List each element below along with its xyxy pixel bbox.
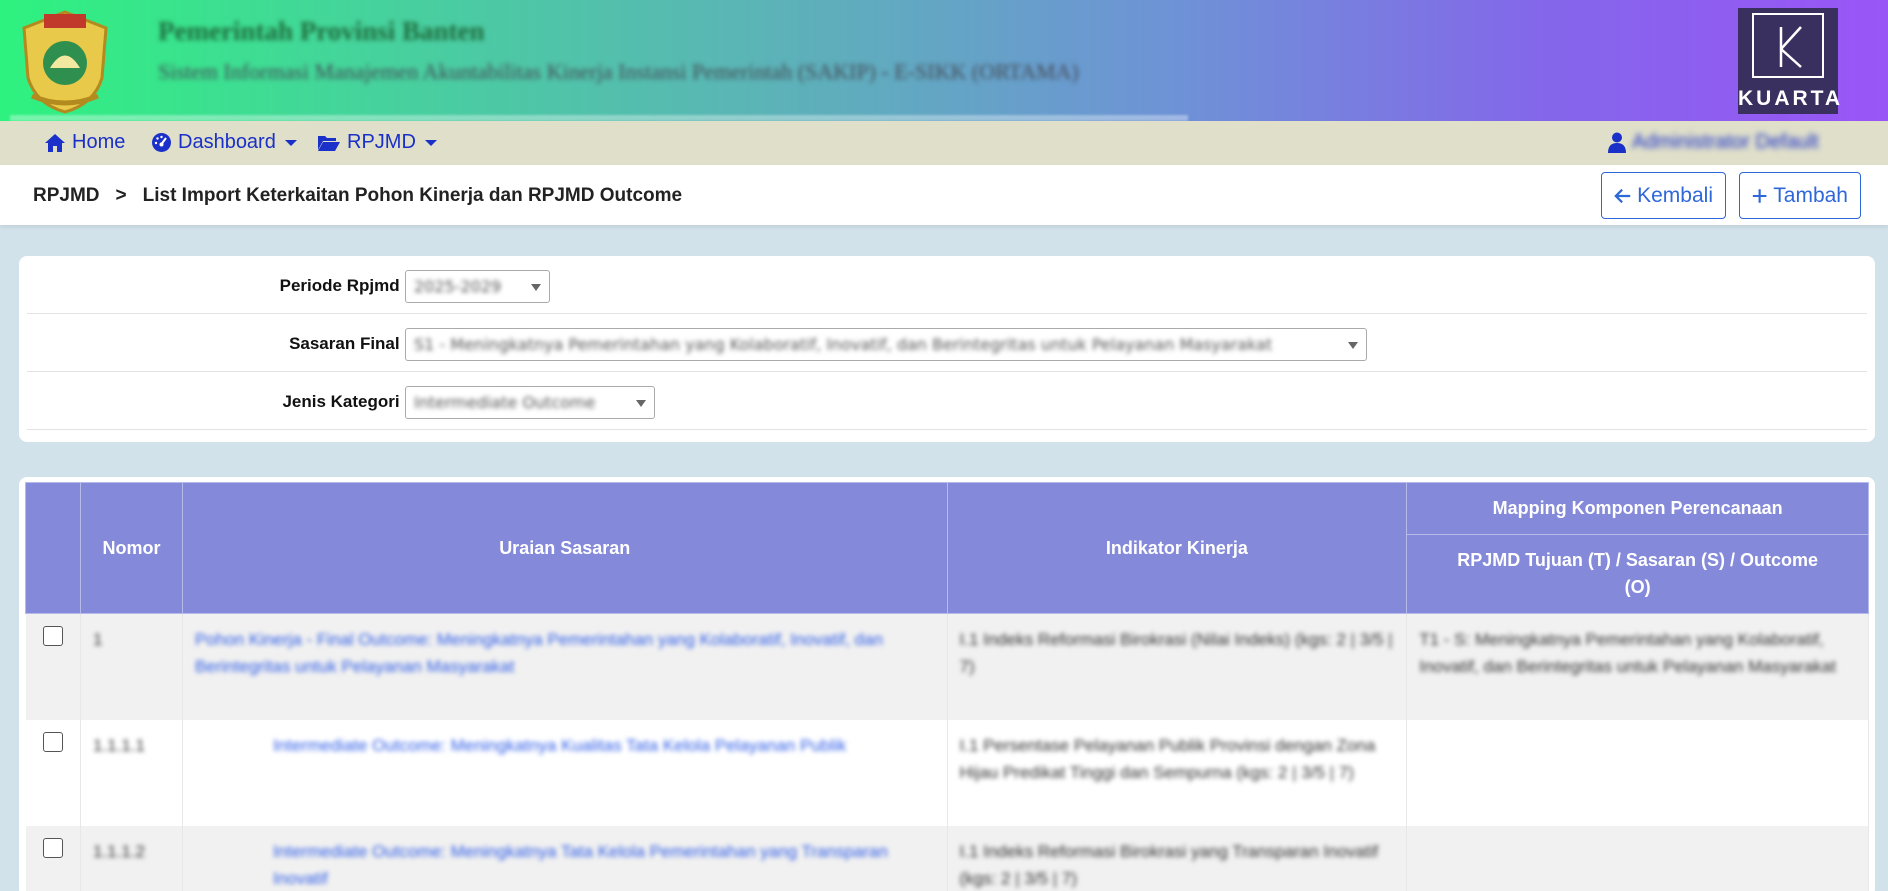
chevron-down-icon — [284, 139, 297, 146]
row-uraian-link[interactable]: Intermediate Outcome: Meningkatnya Tata … — [273, 838, 935, 891]
breadcrumb-root[interactable]: RPJMD — [33, 185, 100, 207]
select-all-header — [25, 482, 81, 614]
nav-dashboard-label: Dashboard — [178, 131, 276, 153]
filter-row-kategori: Jenis Kategori : Intermediate Outcome — [27, 372, 1867, 430]
row-indikator: I.1 Indeks Reformasi Birokrasi yang Tran… — [959, 841, 1379, 888]
row-checkbox[interactable] — [42, 731, 63, 752]
back-button-label: Kembali — [1637, 183, 1713, 207]
nav-home[interactable]: Home — [44, 131, 125, 154]
main-navbar: Home Dashboard RPJMD Administrator Defau… — [0, 121, 1888, 165]
kuarta-k-icon — [1779, 26, 1802, 68]
header-subtitle: Sistem Informasi Manajemen Akuntabilitas… — [158, 59, 1079, 84]
kuarta-logo: KUARTA — [1738, 8, 1844, 114]
chevron-down-icon — [424, 139, 437, 146]
row-nomor: 1.1.1.1 — [92, 735, 145, 755]
header-title: Pemerintah Provinsi Banten — [158, 16, 485, 46]
filter-panel: Periode Rpjmd : 2025-2029 Sasaran Final … — [19, 256, 1875, 442]
periode-label: Periode Rpjmd : — [279, 276, 410, 295]
row-indikator: I.1 Persentase Pelayanan Publik Provinsi… — [959, 735, 1376, 782]
page-toolbar: RPJMD > List Import Keterkaitan Pohon Ki… — [0, 165, 1888, 225]
kuarta-wordmark: KUARTA — [1738, 87, 1844, 110]
nav-dashboard[interactable]: Dashboard — [151, 131, 297, 154]
province-emblem-logo — [22, 10, 108, 114]
gauge-icon — [152, 133, 171, 152]
kategori-label: Jenis Kategori : — [282, 392, 410, 411]
breadcrumb: RPJMD > List Import Keterkaitan Pohon Ki… — [33, 185, 682, 207]
column-header-indikator: Indikator Kinerja — [946, 482, 1408, 614]
back-button[interactable]: Kembali — [1601, 172, 1726, 219]
row-mapping: T1 - S: Meningkatnya Pemerintahan yang K… — [1419, 630, 1836, 676]
nav-user-menu[interactable]: Administrator Default — [1608, 131, 1819, 154]
user-icon — [1608, 132, 1626, 153]
filter-row-periode: Periode Rpjmd : 2025-2029 — [27, 256, 1867, 314]
filter-row-sasaran: Sasaran Final : S1 - Meningkatnya Pemeri… — [27, 314, 1867, 372]
breadcrumb-separator: > — [115, 185, 127, 206]
page-title: List Import Keterkaitan Pohon Kinerja da… — [142, 185, 683, 206]
table-row: 1 Pohon Kinerja - Final Outcome: Meningk… — [25, 613, 1869, 720]
sasaran-select[interactable]: S1 - Meningkatnya Pemerintahan yang Kola… — [405, 328, 1367, 361]
dropdown-arrow-icon — [1348, 342, 1358, 349]
row-uraian-link[interactable]: Intermediate Outcome: Meningkatnya Kuali… — [273, 732, 935, 759]
dropdown-arrow-icon — [636, 400, 646, 407]
row-uraian-link[interactable]: Pohon Kinerja - Final Outcome: Meningkat… — [195, 626, 935, 680]
nav-rpjmd-label: RPJMD — [347, 131, 416, 153]
folder-open-icon — [318, 136, 340, 151]
column-group-header-mapping: Mapping Komponen Perencanaan — [1406, 482, 1869, 535]
plus-icon — [1752, 188, 1767, 203]
row-nomor: 1 — [92, 630, 103, 649]
sasaran-label: Sasaran Final : — [289, 334, 410, 353]
nav-user-name: Administrator Default — [1632, 131, 1819, 153]
nav-home-label: Home — [72, 131, 126, 153]
table-row: 1.1.1.2 Intermediate Outcome: Meningkatn… — [25, 825, 1869, 891]
row-indikator: I.1 Indeks Reformasi Birokrasi (Nilai In… — [959, 630, 1393, 676]
row-checkbox[interactable] — [42, 626, 63, 646]
column-header-nomor: Nomor — [79, 482, 183, 614]
import-table: Nomor Uraian Sasaran Indikator Kinerja M… — [25, 482, 1869, 891]
arrow-left-icon — [1614, 188, 1631, 203]
kategori-select[interactable]: Intermediate Outcome — [405, 386, 655, 419]
row-checkbox[interactable] — [42, 837, 63, 858]
app-header: Pemerintah Provinsi Banten Sistem Inform… — [0, 0, 1888, 121]
periode-select[interactable]: 2025-2029 — [405, 270, 550, 303]
column-header-mapping: RPJMD Tujuan (T) / Sasaran (S) / Outcome… — [1406, 534, 1869, 614]
home-icon — [45, 133, 65, 152]
add-button[interactable]: Tambah — [1739, 172, 1861, 219]
import-table-card: Nomor Uraian Sasaran Indikator Kinerja M… — [19, 477, 1875, 891]
table-row: 1.1.1.1 Intermediate Outcome: Meningkatn… — [25, 719, 1869, 826]
dropdown-arrow-icon — [531, 284, 541, 291]
column-header-uraian: Uraian Sasaran — [181, 482, 948, 614]
add-button-label: Tambah — [1773, 183, 1848, 207]
nav-rpjmd[interactable]: RPJMD — [317, 131, 437, 154]
row-nomor: 1.1.1.2 — [92, 841, 145, 861]
